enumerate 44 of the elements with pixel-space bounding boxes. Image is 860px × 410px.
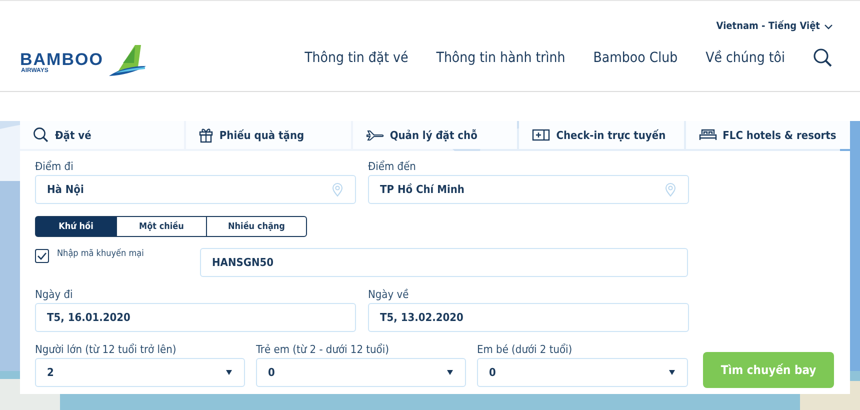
date-field[interactable]: T5, 13.02.2020	[368, 303, 689, 332]
ticket-icon	[532, 129, 550, 141]
bed-icon	[698, 128, 717, 142]
passenger-select[interactable]: 0	[477, 358, 688, 387]
nav-link[interactable]: Bamboo Club	[593, 50, 678, 66]
dropdown-arrow-icon	[669, 370, 675, 375]
field-label: Điểm đến	[368, 159, 417, 174]
search-icon	[33, 127, 49, 143]
checkmark-icon	[37, 252, 47, 260]
location-pin-icon	[332, 182, 343, 196]
passenger-select[interactable]: 0	[256, 358, 466, 387]
nav-link[interactable]: Thông tin hành trình	[436, 50, 566, 66]
field-label: Trẻ em (từ 2 - dưới 12 tuổi)	[256, 342, 390, 357]
tab[interactable]: Đặt vé	[20, 121, 184, 149]
nav-link[interactable]: Về chúng tôi	[706, 50, 785, 66]
location-pin-icon	[665, 182, 676, 196]
nav-link[interactable]: Thông tin đặt vé	[304, 50, 408, 66]
plane-icon	[366, 129, 384, 141]
field-label: Ngày đi	[35, 287, 74, 302]
field-label: Người lớn (từ 12 tuổi trở lên)	[35, 342, 178, 357]
language-selector[interactable]: Vietnam - Tiếng Việt	[716, 21, 833, 32]
passenger-select[interactable]: 2	[35, 358, 245, 387]
logo-wordmark: BAMBOO	[20, 51, 104, 68]
tab[interactable]: FLC hotels & resorts	[686, 121, 850, 149]
field-label: Ngày về	[368, 287, 410, 302]
field-label: Em bé (dưới 2 tuổi)	[477, 342, 574, 357]
tab[interactable]: Check-in trực tuyến	[519, 121, 684, 149]
trip-type-tab[interactable]: Một chiều	[116, 216, 207, 237]
destination-field[interactable]: TP Hồ Chí Minh	[368, 175, 689, 204]
field-label: Điểm đi	[35, 159, 74, 174]
dropdown-arrow-icon	[447, 370, 453, 375]
date-field[interactable]: T5, 16.01.2020	[35, 303, 356, 332]
tab[interactable]: Quản lý đặt chỗ	[352, 121, 518, 149]
gift-icon	[199, 127, 214, 143]
origin-field[interactable]: Hà Nội	[35, 175, 356, 204]
search-icon[interactable]	[813, 48, 833, 68]
dropdown-arrow-icon	[226, 370, 232, 375]
checkbox-label: Nhập mã khuyến mại	[57, 249, 144, 259]
checkbox[interactable]	[35, 249, 49, 263]
promo-code-field[interactable]: HANSGN50	[200, 248, 688, 277]
trip-type-tab[interactable]: Khứ hồi	[35, 216, 117, 237]
trip-type-tab[interactable]: Nhiều chặng	[206, 216, 307, 237]
tab[interactable]: Phiếu quà tặng	[186, 121, 351, 149]
chevron-down-icon	[824, 24, 833, 30]
